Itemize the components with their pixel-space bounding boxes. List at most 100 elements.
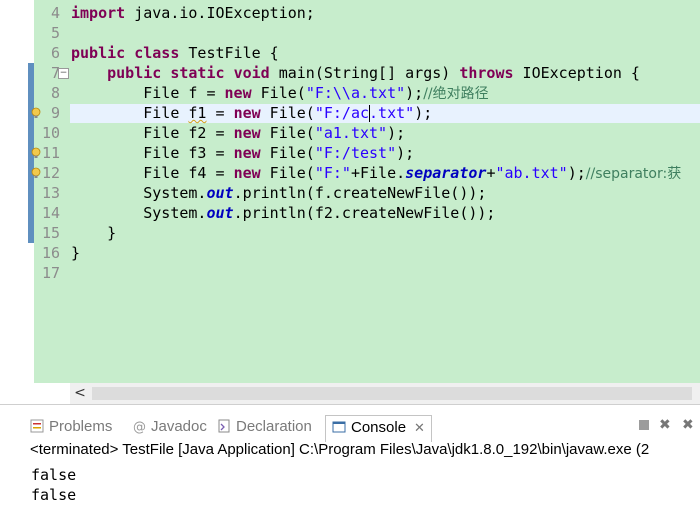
console-output-line: false	[31, 466, 77, 484]
variable-with-warning: f1	[188, 104, 207, 122]
comment: //绝对路径	[423, 86, 489, 102]
tab-label: Console	[351, 419, 407, 436]
string-literal: "ab.txt"	[495, 164, 568, 182]
code-line-14[interactable]: System.out.println(f2.createNewFile());	[71, 203, 495, 223]
line-number: 16	[41, 244, 60, 262]
code-text: File(	[260, 104, 315, 122]
tab-javadoc[interactable]: @ Javadoc	[133, 415, 207, 441]
code-text: System.	[143, 184, 207, 202]
code-text: File f =	[143, 84, 225, 102]
keyword: throws	[459, 64, 514, 82]
code-text: File f2 =	[143, 124, 234, 142]
string-literal: "F:"	[314, 164, 351, 182]
fold-toggle-icon[interactable]: −	[58, 68, 69, 79]
code-text: }	[107, 224, 117, 242]
code-text: );	[396, 144, 415, 162]
static-field: out	[206, 184, 234, 202]
code-text: IOException {	[513, 64, 640, 82]
line-number: 14	[41, 204, 60, 222]
code-text: File(	[260, 124, 315, 142]
console-icon	[332, 421, 346, 433]
line-number: 4	[50, 4, 60, 22]
keyword: public	[107, 64, 162, 82]
code-text: java.io.IOException;	[125, 4, 315, 22]
keyword: new	[233, 144, 261, 162]
code-text: File f3 =	[143, 144, 234, 162]
code-text: File(	[260, 144, 315, 162]
code-line-8[interactable]: File f = new File("F:\\a.txt");//绝对路径	[71, 83, 489, 104]
static-field: separator	[405, 164, 487, 182]
console-status-line: <terminated> TestFile [Java Application]…	[30, 441, 650, 458]
terminate-icon[interactable]	[637, 418, 651, 432]
code-text: .println(f2.createNewFile());	[233, 204, 496, 222]
keyword: new	[233, 164, 261, 182]
declaration-icon	[218, 419, 230, 433]
code-text: File	[143, 104, 189, 122]
code-line-16[interactable]: }	[71, 243, 80, 263]
string-literal: "F:/test"	[314, 144, 397, 162]
code-text: }	[71, 244, 81, 262]
comment: //separator:获	[585, 166, 682, 182]
static-field: out	[206, 204, 234, 222]
keyword: static	[170, 64, 225, 82]
code-text: );	[405, 84, 424, 102]
warning-bulb-icon[interactable]	[30, 107, 42, 119]
tab-label: Javadoc	[151, 418, 207, 435]
tab-declaration[interactable]: Declaration	[217, 415, 312, 441]
code-line-9[interactable]: File f1 = new File("F:/ac.txt");	[71, 103, 432, 123]
code-line-7[interactable]: public static void main(String[] args) t…	[71, 63, 640, 83]
keyword: import	[71, 4, 126, 22]
line-number: 13	[41, 184, 60, 202]
keyword: new	[224, 84, 252, 102]
code-text: File(	[260, 164, 315, 182]
text-cursor	[369, 105, 370, 122]
line-number: 10	[41, 124, 60, 142]
tab-label: Declaration	[236, 418, 312, 435]
warning-bulb-icon[interactable]	[30, 147, 42, 159]
code-text: File(	[251, 84, 306, 102]
scroll-left-arrow-icon[interactable]: <	[70, 383, 90, 404]
code-text: .println(f.createNewFile());	[233, 184, 487, 202]
code-text: );	[414, 104, 433, 122]
javadoc-at-icon: @	[133, 420, 146, 435]
code-line-15[interactable]: }	[71, 223, 116, 243]
code-text: );	[387, 124, 406, 142]
scrollbar-thumb[interactable]	[92, 387, 692, 400]
keyword: new	[233, 104, 261, 122]
line-number: 6	[50, 44, 60, 62]
keyword: void	[233, 64, 270, 82]
keyword: class	[134, 44, 180, 62]
tab-console[interactable]: Console ✕	[325, 415, 432, 442]
tab-problems[interactable]: Problems	[30, 415, 112, 441]
code-line-4[interactable]: import java.io.IOException;	[71, 3, 315, 23]
console-output-line: false	[31, 486, 77, 504]
code-line-6[interactable]: public class TestFile {	[71, 43, 279, 63]
code-line-13[interactable]: System.out.println(f.createNewFile());	[71, 183, 486, 203]
code-text: =	[206, 104, 234, 122]
remove-launch-icon[interactable]: ✖	[659, 418, 673, 432]
problems-icon	[30, 419, 44, 433]
code-text: main(String[] args)	[269, 64, 460, 82]
code-line-10[interactable]: File f2 = new File("a1.txt");	[71, 123, 405, 143]
editor-left-strip	[0, 0, 28, 404]
remove-all-launches-icon[interactable]: ✖	[682, 418, 696, 432]
keyword: new	[233, 124, 261, 142]
line-number: 8	[50, 84, 60, 102]
code-text: TestFile {	[179, 44, 279, 62]
tab-label: Problems	[49, 418, 113, 435]
string-literal: "a1.txt"	[314, 124, 388, 142]
code-text: );	[567, 164, 586, 182]
code-text: File f4 =	[143, 164, 234, 182]
line-number: 15	[41, 224, 60, 242]
string-literal: "F:/ac.txt"	[314, 104, 415, 122]
code-text: System.	[143, 204, 207, 222]
string-literal: "F:\\a.txt"	[305, 84, 406, 102]
code-line-12[interactable]: File f4 = new File("F:"+File.separator+"…	[71, 163, 681, 184]
warning-bulb-icon[interactable]	[30, 167, 42, 179]
keyword: public	[71, 44, 126, 62]
close-tab-icon[interactable]: ✕	[414, 421, 425, 436]
code-line-11[interactable]: File f3 = new File("F:/test");	[71, 143, 414, 163]
line-number: 7	[50, 64, 60, 82]
code-text: +File.	[350, 164, 406, 182]
line-number: 17	[41, 264, 60, 282]
